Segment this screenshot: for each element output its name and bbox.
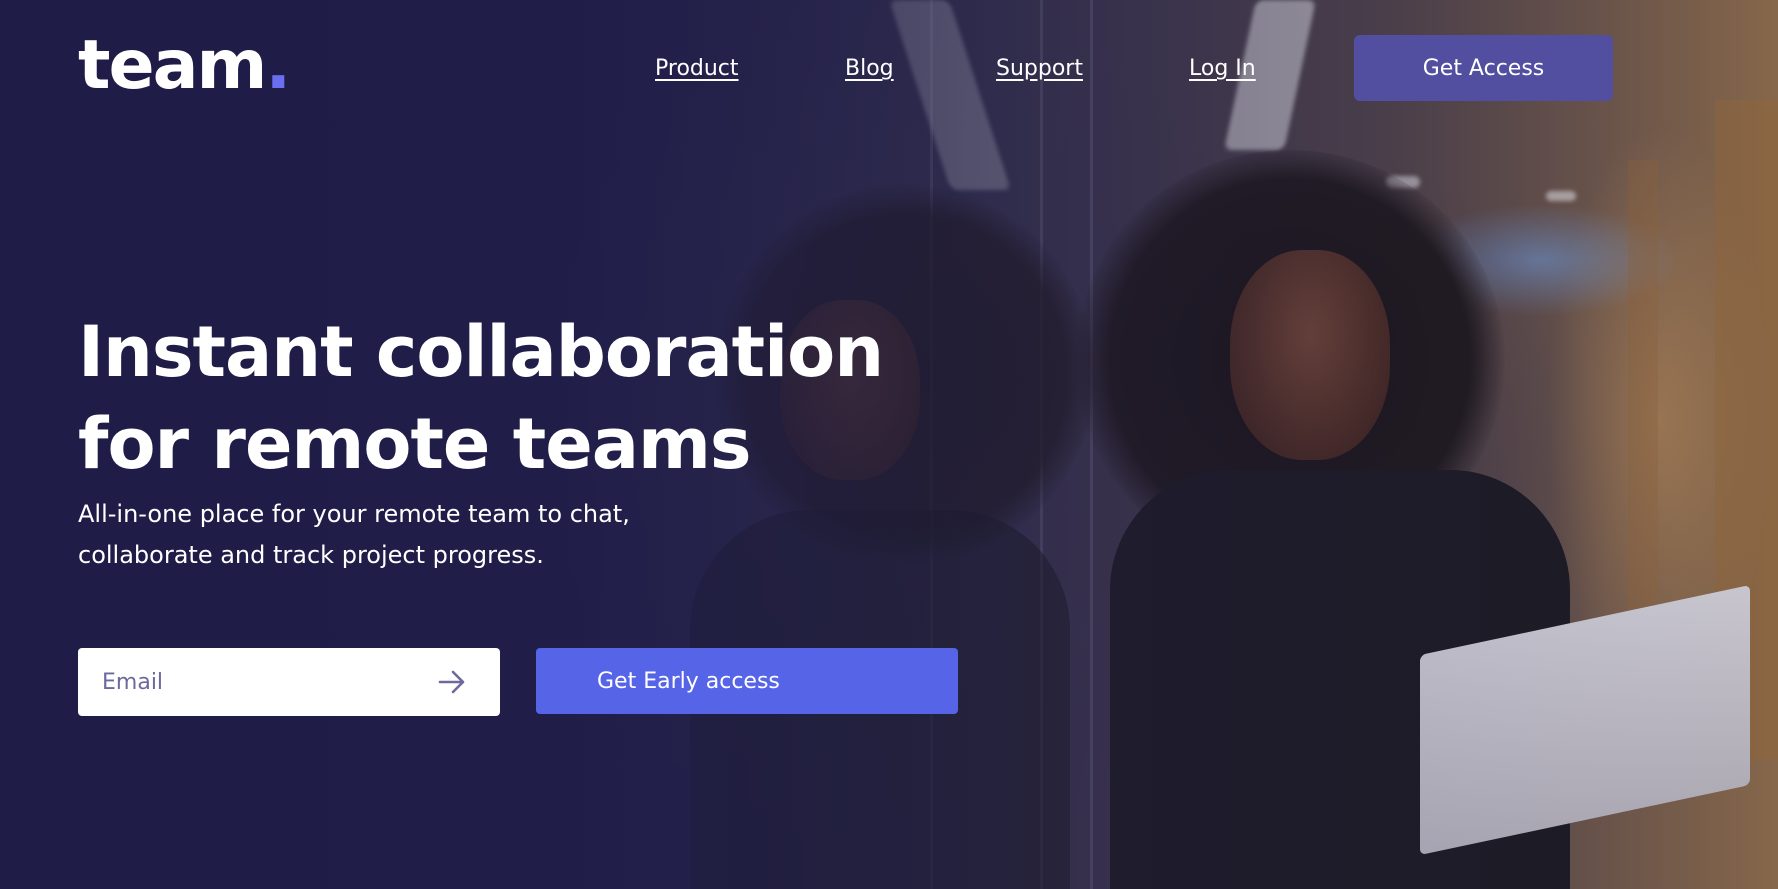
nav-link-log-in[interactable]: Log In [1189,54,1256,84]
nav-link-product[interactable]: Product [655,54,739,84]
hero-headline-line-2: for remote teams [78,403,752,485]
brand-logo-dot: . [265,26,291,105]
hero-headline: Instant collaboration for remote teams [78,306,978,490]
brand-logo[interactable]: team. [78,26,291,106]
nav-link-support[interactable]: Support [996,54,1083,84]
get-access-button[interactable]: Get Access [1354,35,1613,101]
hero-subtext-line-1: All-in-one place for your remote team to… [78,500,630,528]
nav-link-blog[interactable]: Blog [845,54,894,84]
arrow-right-icon[interactable] [438,669,466,695]
brand-name: team [78,26,267,105]
hero-subtext: All-in-one place for your remote team to… [78,494,758,576]
get-early-access-button[interactable]: Get Early access [536,648,958,714]
hero-subtext-line-2: collaborate and track project progress. [78,541,544,569]
hero-headline-line-1: Instant collaboration [78,311,884,393]
site-header: team. Product Blog Support Log In Get Ac… [0,0,1778,140]
email-input[interactable] [102,648,422,716]
email-signup-box [78,648,500,716]
landing-page: team. Product Blog Support Log In Get Ac… [0,0,1778,889]
